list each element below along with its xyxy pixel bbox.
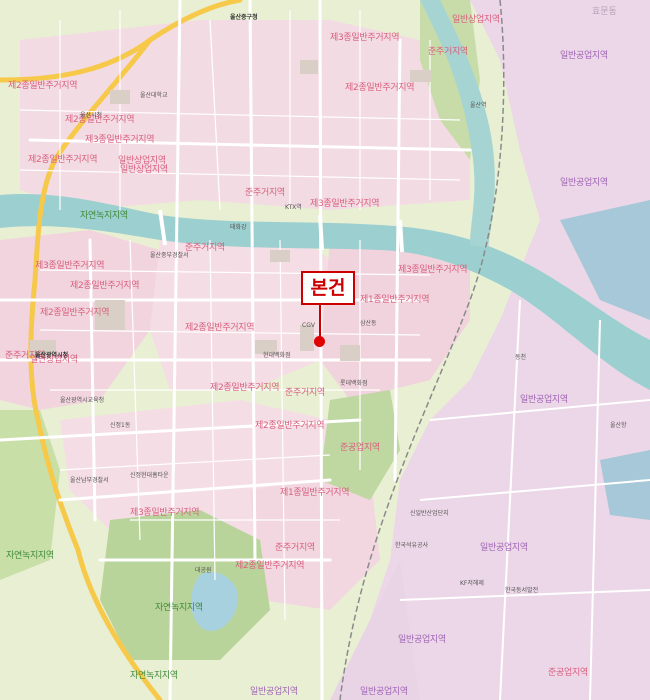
place-label: 태화강 bbox=[230, 224, 247, 231]
place-label: 울산역 bbox=[470, 102, 487, 109]
zone-label: 제1종일반주거지역 bbox=[280, 488, 350, 498]
zone-label: 제2종일반주거지역 bbox=[28, 155, 98, 165]
zone-label: 일반상업지역 bbox=[452, 15, 500, 25]
place-label: 울산광역시교육청 bbox=[60, 397, 105, 404]
place-label: 울산광역시청 bbox=[35, 352, 69, 359]
place-label: 현대백화점 bbox=[263, 352, 291, 359]
zone-label: 일반공업지역 bbox=[250, 687, 298, 697]
zone-label: 제3종일반주거지역 bbox=[85, 135, 155, 145]
zone-label: 제1종일반주거지역 bbox=[360, 295, 430, 305]
zone-label: 준공업지역 bbox=[548, 668, 588, 678]
place-label: 한국석유공사 bbox=[395, 542, 429, 549]
place-label: CGV bbox=[302, 322, 315, 329]
place-label: KF저해제 bbox=[460, 580, 484, 587]
zoning-map: 일반상업지역 준주거지역 제3종일반주거지역 제2종일반주거지역 제2종일반주거… bbox=[0, 0, 650, 700]
zone-label: 준주거지역 bbox=[245, 188, 285, 198]
place-label: 한국동서발전 bbox=[505, 587, 539, 594]
zone-label: 준공업지역 bbox=[340, 443, 380, 453]
place-label: 울산중부경찰서 bbox=[150, 252, 189, 259]
place-label: 신정1동 bbox=[110, 422, 131, 429]
zone-label: 자연녹지지역 bbox=[6, 551, 54, 561]
zone-label: 제3종일반주거지역 bbox=[130, 508, 200, 518]
zone-label: 일반공업지역 bbox=[398, 635, 446, 645]
subject-leader-line bbox=[319, 305, 321, 339]
basemap bbox=[0, 0, 650, 700]
zone-label: 자연녹지지역 bbox=[155, 603, 203, 613]
zone-label: 제2종일반주거지역 bbox=[210, 383, 280, 393]
zone-label: 자연녹지지역 bbox=[130, 671, 178, 681]
place-label: 울산남부경찰서 bbox=[70, 477, 109, 484]
zone-label: 제3종일반주거지역 bbox=[330, 33, 400, 43]
place-label: 대공원 bbox=[195, 567, 212, 574]
zone-label: 준주거지역 bbox=[185, 243, 225, 253]
zone-label: 일반공업지역 bbox=[520, 395, 568, 405]
zone-label: 자연녹지지역 bbox=[80, 211, 128, 221]
zone-label: 제2종일반주거지역 bbox=[185, 323, 255, 333]
place-label: 신정현대홈타운 bbox=[130, 472, 169, 479]
place-label: 울산시청 bbox=[80, 112, 103, 119]
zone-label: 준주거지역 bbox=[275, 543, 315, 553]
zone-label: 제3종일반주거지역 bbox=[398, 265, 468, 275]
zone-label: 일반공업지역 bbox=[480, 543, 528, 553]
subject-label: 본건 bbox=[301, 271, 355, 305]
place-label: KTX역 bbox=[285, 204, 302, 211]
zone-label: 준주거지역 bbox=[285, 388, 325, 398]
zone-label: 일반공업지역 bbox=[560, 178, 608, 188]
zone-label: 제2종일반주거지역 bbox=[8, 81, 78, 91]
place-label: 울산대학교 bbox=[140, 92, 168, 99]
place-label: 롯데백화점 bbox=[340, 380, 368, 387]
subject-location-marker bbox=[314, 336, 325, 347]
zone-label: 일반공업지역 bbox=[360, 687, 408, 697]
zone-label: 제2종일반주거지역 bbox=[70, 281, 140, 291]
place-label: 울산중구청 bbox=[230, 14, 258, 21]
place-label: 울산항 bbox=[610, 422, 627, 429]
zone-label: 제2종일반주거지역 bbox=[40, 308, 110, 318]
zone-label: 일반공업지역 bbox=[560, 51, 608, 61]
place-label: 신일반산업단지 bbox=[410, 510, 449, 517]
zone-label: 제2종일반주거지역 bbox=[345, 83, 415, 93]
zone-label: 제3종일반주거지역 bbox=[310, 199, 380, 209]
zone-label: 제2종일반주거지역 bbox=[255, 421, 325, 431]
place-label: 동천 bbox=[515, 354, 527, 361]
district-label: 효문동 bbox=[592, 7, 617, 17]
zone-label: 제2종일반주거지역 bbox=[235, 561, 305, 571]
zone-label: 준주거지역 bbox=[428, 47, 468, 57]
place-label: 삼산동 bbox=[360, 320, 377, 327]
zone-label: 일반상업지역 bbox=[120, 165, 168, 175]
zone-label: 제3종일반주거지역 bbox=[35, 261, 105, 271]
